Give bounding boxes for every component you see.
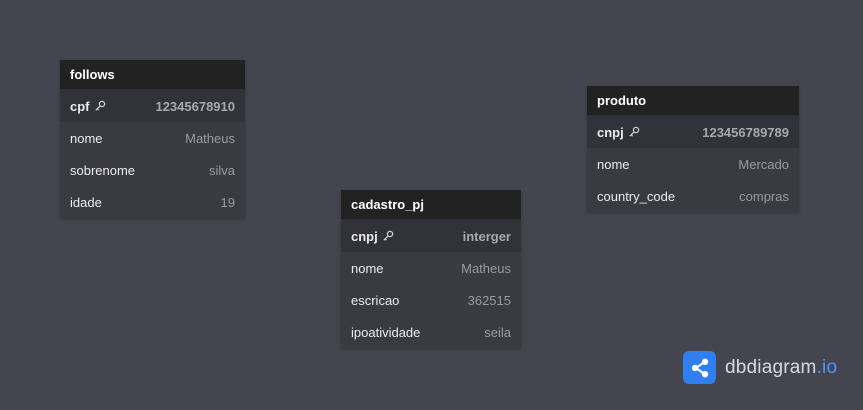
field-value: 123456789789 — [702, 124, 789, 140]
field-row[interactable]: sobrenome silva — [60, 154, 245, 186]
table-header[interactable]: cadastro_pj — [341, 190, 521, 220]
field-value: Matheus — [461, 260, 511, 276]
field-row[interactable]: escricao 362515 — [341, 284, 521, 316]
field-row[interactable]: cnpj interger — [341, 220, 521, 252]
field-row[interactable]: country_code compras — [587, 180, 799, 212]
field-name: idade — [70, 194, 102, 210]
table-header[interactable]: produto — [587, 86, 799, 116]
field-name: cnpj — [351, 229, 394, 244]
field-value: seila — [484, 324, 511, 340]
key-icon — [382, 230, 394, 242]
field-name: nome — [351, 260, 384, 276]
field-value: 19 — [220, 194, 235, 210]
field-row[interactable]: ipoatividade seila — [341, 316, 521, 348]
table-cadastro-pj[interactable]: cadastro_pj cnpj interger nome Matheus e… — [341, 190, 521, 348]
field-row[interactable]: idade 19 — [60, 186, 245, 218]
field-name: country_code — [597, 188, 676, 204]
brand-name-main: dbdiagram — [725, 356, 817, 378]
field-value: 12345678910 — [155, 98, 235, 114]
share-network-icon — [683, 351, 716, 384]
field-name: sobrenome — [70, 162, 136, 178]
field-row[interactable]: cpf 12345678910 — [60, 90, 245, 122]
table-produto[interactable]: produto cnpj 123456789789 nome Mercado c… — [587, 86, 799, 212]
field-name: escricao — [351, 292, 400, 308]
table-follows[interactable]: follows cpf 12345678910 nome Matheus sob… — [60, 60, 245, 218]
brand-watermark[interactable]: dbdiagram.io — [683, 351, 837, 384]
field-value: Mercado — [738, 156, 789, 172]
field-value: compras — [739, 188, 789, 204]
field-row[interactable]: cnpj 123456789789 — [587, 116, 799, 148]
field-value: interger — [462, 228, 511, 244]
field-name: nome — [597, 156, 630, 172]
field-row[interactable]: nome Matheus — [60, 122, 245, 154]
field-name: ipoatividade — [351, 324, 421, 340]
field-name: cpf — [70, 99, 106, 114]
field-name: nome — [70, 130, 103, 146]
field-value: silva — [208, 162, 235, 178]
field-name: cnpj — [597, 125, 640, 140]
brand-name: dbdiagram.io — [725, 357, 837, 379]
field-row[interactable]: nome Mercado — [587, 148, 799, 180]
brand-name-suffix: .io — [816, 356, 838, 378]
key-icon — [628, 126, 640, 138]
table-header[interactable]: follows — [60, 60, 245, 90]
field-value: 362515 — [467, 292, 511, 308]
field-row[interactable]: nome Matheus — [341, 252, 521, 284]
field-value: Matheus — [185, 130, 235, 146]
key-icon — [94, 100, 106, 112]
